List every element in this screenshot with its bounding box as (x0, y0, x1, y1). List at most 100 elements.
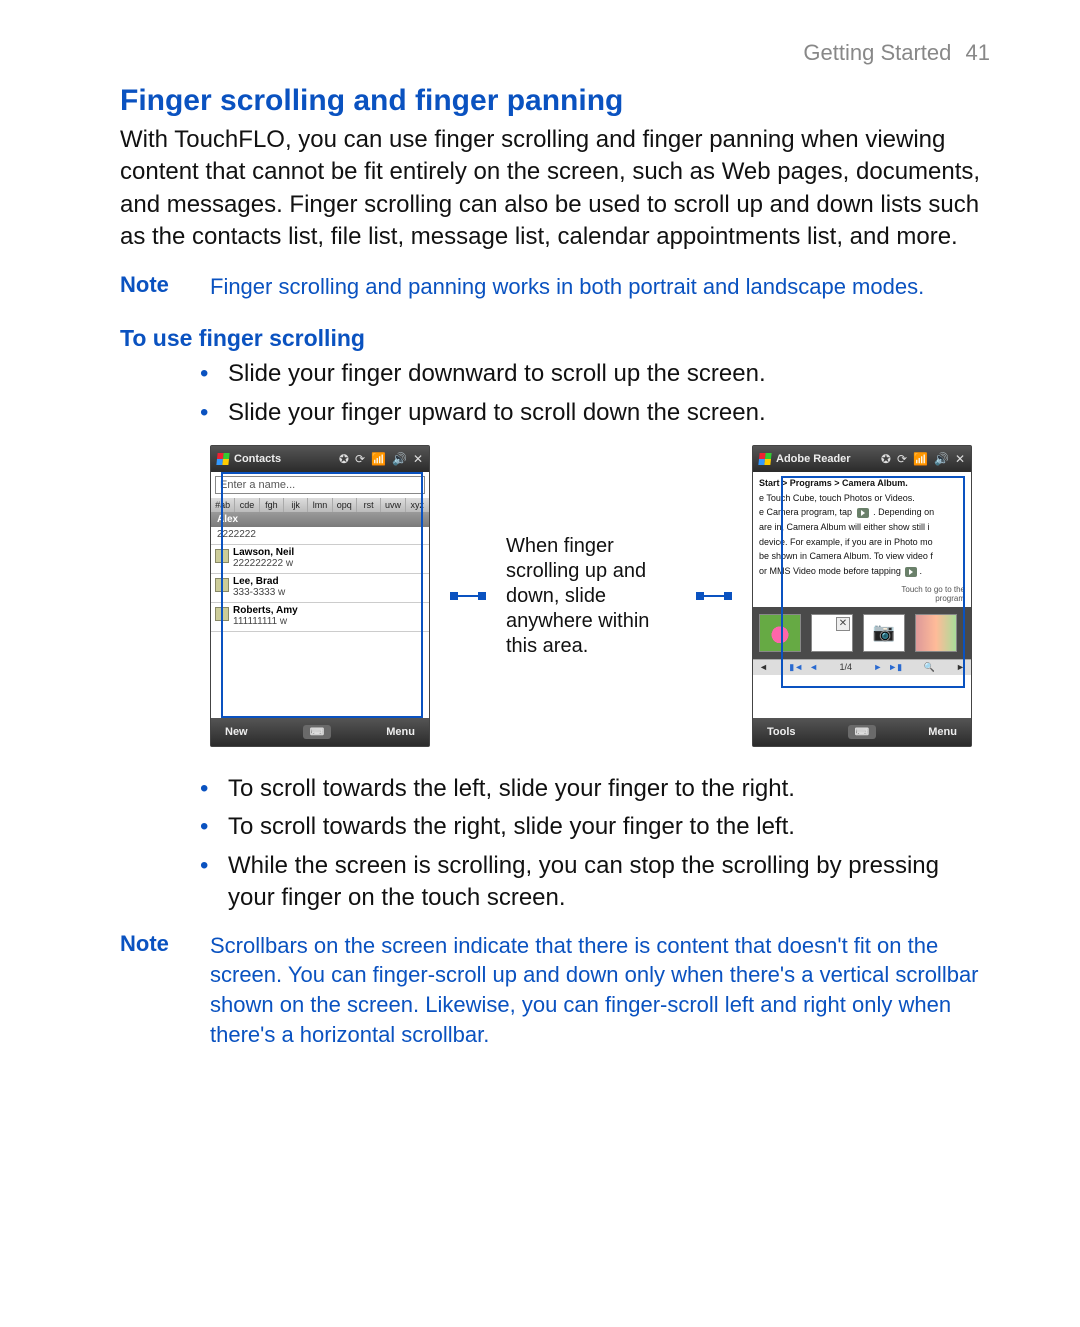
content-area: Enter a name... #ab cde fgh ijk lmn opq … (211, 472, 429, 718)
figure-caption: When finger scrolling up and down, slide… (506, 534, 676, 659)
intro-paragraph: With TouchFLO, you can use finger scroll… (120, 124, 990, 254)
last-page-icon[interactable]: ►▮ (888, 662, 902, 673)
contact-name: Alex (217, 514, 238, 525)
thumbnail[interactable] (915, 614, 957, 652)
alpha-tab[interactable]: lmn (308, 498, 332, 512)
bullet-item: To scroll towards the left, slide your f… (200, 773, 990, 805)
softkey-left[interactable]: Tools (767, 726, 796, 738)
softkey-right[interactable]: Menu (928, 726, 957, 738)
thumbnail-row: ✕ (753, 607, 971, 659)
contact-icon (215, 578, 229, 592)
document-text: Start > Programs > Camera Album. e Touch… (753, 472, 971, 583)
doc-text: e Camera program, tap (759, 507, 852, 517)
app-title: Contacts (234, 453, 281, 465)
thumbnail[interactable] (759, 614, 801, 652)
alpha-tab[interactable]: uvw (381, 498, 405, 512)
breadcrumb: Start > Programs > Camera Album. (759, 478, 965, 490)
softkey-bar: New Menu (211, 718, 429, 746)
thumbnail[interactable]: ✕ (811, 614, 853, 652)
figure: Contacts ✪ ⟳ 📶 🔊 ✕ Enter a name... #ab c… (210, 445, 990, 747)
alpha-tab[interactable]: fgh (260, 498, 284, 512)
windows-logo-icon (758, 453, 771, 465)
list-row[interactable]: 2222222 (211, 527, 429, 545)
bullet-list-a: Slide your finger downward to scroll up … (120, 358, 990, 429)
status-icons: ✪ ⟳ 📶 🔊 ✕ (881, 453, 965, 465)
prev-page-icon[interactable]: ◄ (809, 662, 818, 673)
chapter-name: Getting Started (803, 40, 951, 65)
zoom-icon[interactable]: 🔍 (923, 662, 934, 673)
connector (700, 595, 728, 597)
bullet-item: While the screen is scrolling, you can s… (200, 850, 990, 915)
doc-line: device. For example, if you are in Photo… (759, 537, 965, 549)
pager-bar: ◄ ▮◄ ◄ 1/4 ► ►▮ 🔍 ► (753, 659, 971, 675)
softkey-left[interactable]: New (225, 726, 248, 738)
next-page-icon[interactable]: ► (873, 662, 882, 673)
content-area[interactable]: Start > Programs > Camera Album. e Touch… (753, 472, 971, 718)
doc-text: . Depending on (873, 507, 934, 517)
softkey-right[interactable]: Menu (386, 726, 415, 738)
first-page-icon[interactable]: ▮◄ (789, 662, 803, 673)
screenshot-contacts: Contacts ✪ ⟳ 📶 🔊 ✕ Enter a name... #ab c… (210, 445, 430, 747)
contact-icon (215, 607, 229, 621)
chat-icon: ✪ (339, 453, 349, 465)
doc-line: or MMS Video mode before tapping . (759, 566, 965, 578)
alpha-tab[interactable]: cde (235, 498, 259, 512)
connector (454, 595, 482, 597)
contact-name: Lee, Brad (233, 576, 423, 587)
signal-icon: 📶 (913, 453, 928, 465)
note-2: Note Scrollbars on the screen indicate t… (120, 931, 990, 1050)
note-text: Finger scrolling and panning works in bo… (210, 272, 990, 302)
sync-icon: ⟳ (897, 453, 907, 465)
doc-line: be shown in Camera Album. To view video … (759, 551, 965, 563)
chat-icon: ✪ (881, 453, 891, 465)
doc-line: are in, Camera Album will either show st… (759, 522, 965, 534)
alpha-tab[interactable]: xyz (406, 498, 429, 512)
note-text: Scrollbars on the screen indicate that t… (210, 931, 990, 1050)
page-nav: ▮◄ ◄ (789, 662, 818, 673)
bullet-item: Slide your finger downward to scroll up … (200, 358, 990, 390)
list-row[interactable]: Roberts, Amy 111111111 w (211, 603, 429, 632)
bullet-item: Slide your finger upward to scroll down … (200, 397, 990, 429)
titlebar: Contacts ✪ ⟳ 📶 🔊 ✕ (211, 446, 429, 472)
contacts-list[interactable]: Alex 2222222 Lawson, Neil 222222222 w Le… (211, 512, 429, 632)
contact-number: 333-3333 w (233, 587, 285, 598)
note-1: Note Finger scrolling and panning works … (120, 272, 990, 302)
alpha-tab[interactable]: #ab (211, 498, 235, 512)
scroll-left-icon[interactable]: ◄ (759, 662, 768, 672)
page-number: 41 (966, 40, 990, 65)
running-header: Getting Started 41 (120, 40, 990, 66)
close-icon: ✕ (955, 453, 965, 465)
alpha-tab[interactable]: opq (333, 498, 357, 512)
alpha-tabs[interactable]: #ab cde fgh ijk lmn opq rst uvw xyz (211, 498, 429, 512)
screenshot-reader: Adobe Reader ✪ ⟳ 📶 🔊 ✕ Start > Programs … (752, 445, 972, 747)
app-title: Adobe Reader (776, 453, 851, 465)
thumbnail-camera[interactable] (863, 614, 905, 652)
page-nav: ► ►▮ (873, 662, 902, 673)
titlebar: Adobe Reader ✪ ⟳ 📶 🔊 ✕ (753, 446, 971, 472)
contact-icon (215, 549, 229, 563)
keyboard-icon[interactable] (303, 725, 331, 739)
doc-line: e Camera program, tap . Depending on (759, 507, 965, 519)
list-row[interactable]: Lee, Brad 333-3333 w (211, 574, 429, 603)
contact-name: Roberts, Amy (233, 605, 423, 616)
close-icon[interactable]: ✕ (836, 617, 850, 631)
contact-number: 2222222 (217, 529, 256, 540)
list-row[interactable]: Lawson, Neil 222222222 w (211, 545, 429, 574)
note-label: Note (120, 931, 180, 1050)
volume-icon: 🔊 (934, 453, 949, 465)
page-indicator: 1/4 (839, 662, 852, 672)
hint-text: Touch to go to the program (753, 585, 965, 603)
scroll-right-icon[interactable]: ► (956, 662, 965, 672)
softkey-bar: Tools Menu (753, 718, 971, 746)
status-icons: ✪ ⟳ 📶 🔊 ✕ (339, 453, 423, 465)
doc-line: e Touch Cube, touch Photos or Videos. (759, 493, 965, 505)
bullet-item: To scroll towards the right, slide your … (200, 811, 990, 843)
search-field[interactable]: Enter a name... (215, 476, 425, 494)
play-icon (857, 508, 869, 518)
alpha-tab[interactable]: rst (357, 498, 381, 512)
highlight-box (781, 686, 965, 688)
bullet-list-b: To scroll towards the left, slide your f… (120, 773, 990, 915)
alpha-tab[interactable]: ijk (284, 498, 308, 512)
page: Getting Started 41 Finger scrolling and … (0, 0, 1080, 1327)
keyboard-icon[interactable] (848, 725, 876, 739)
